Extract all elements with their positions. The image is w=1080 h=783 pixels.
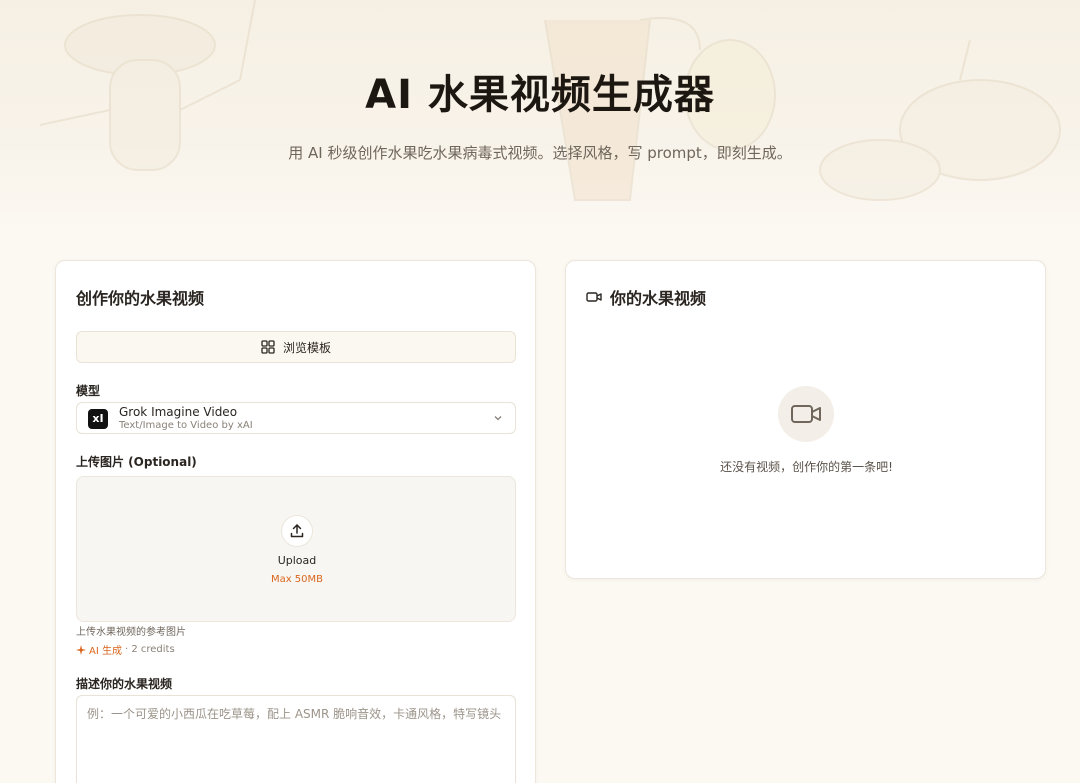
preview-title-row: 你的水果视频 <box>586 285 706 309</box>
upload-icon-wrap <box>281 515 313 547</box>
chevron-down-icon <box>494 416 502 421</box>
upload-icon <box>290 524 304 538</box>
model-select[interactable]: xI Grok Imagine Video Text/Image to Vide… <box>76 402 516 434</box>
model-name: Grok Imagine Video <box>119 405 238 419</box>
upload-dropzone[interactable]: Upload Max 50MB <box>76 476 516 622</box>
page-title: AI 水果视频生成器 <box>365 72 715 118</box>
hero: AI 水果视频生成器 用 AI 秒级创作水果吃水果病毒式视频。选择风格，写 pr… <box>0 0 1080 240</box>
upload-max-size: Max 50MB <box>270 574 324 585</box>
credits-text: · 2 credits <box>124 644 175 655</box>
model-label: 模型 <box>76 384 101 398</box>
create-card-title: 创作你的水果视频 <box>76 289 205 308</box>
description-textarea[interactable] <box>76 695 516 783</box>
description-label: 描述你的水果视频 <box>76 677 173 691</box>
video-camera-icon <box>586 292 602 302</box>
browse-templates-button[interactable]: 浏览模板 <box>76 331 516 363</box>
browse-templates-label: 浏览模板 <box>282 340 331 355</box>
ai-generate-line: AI 生成 · 2 credits <box>76 642 175 657</box>
upload-image-label: 上传图片 (Optional) <box>76 455 197 469</box>
page-subtitle: 用 AI 秒级创作水果吃水果病毒式视频。选择风格，写 prompt，即刻生成。 <box>288 144 792 162</box>
ai-generate-link[interactable]: AI 生成 <box>89 642 122 657</box>
xai-logo-icon: xI <box>88 409 108 429</box>
model-description: Text/Image to Video by xAI <box>119 420 253 431</box>
video-preview-card: 你的水果视频 还没有视频，创作你的第一条吧! <box>565 260 1046 579</box>
create-video-card: 创作你的水果视频 浏览模板 模型 xI Grok Imagine Video T… <box>55 260 536 783</box>
upload-hint: 上传水果视频的参考图片 <box>76 627 186 638</box>
upload-button-label: Upload <box>277 554 317 567</box>
empty-state-text: 还没有视频，创作你的第一条吧! <box>720 460 893 474</box>
video-camera-icon <box>791 405 821 423</box>
grid-icon <box>261 340 275 354</box>
sparkle-icon <box>76 644 86 655</box>
empty-video-icon-wrap <box>778 386 834 442</box>
preview-title: 你的水果视频 <box>610 289 707 308</box>
